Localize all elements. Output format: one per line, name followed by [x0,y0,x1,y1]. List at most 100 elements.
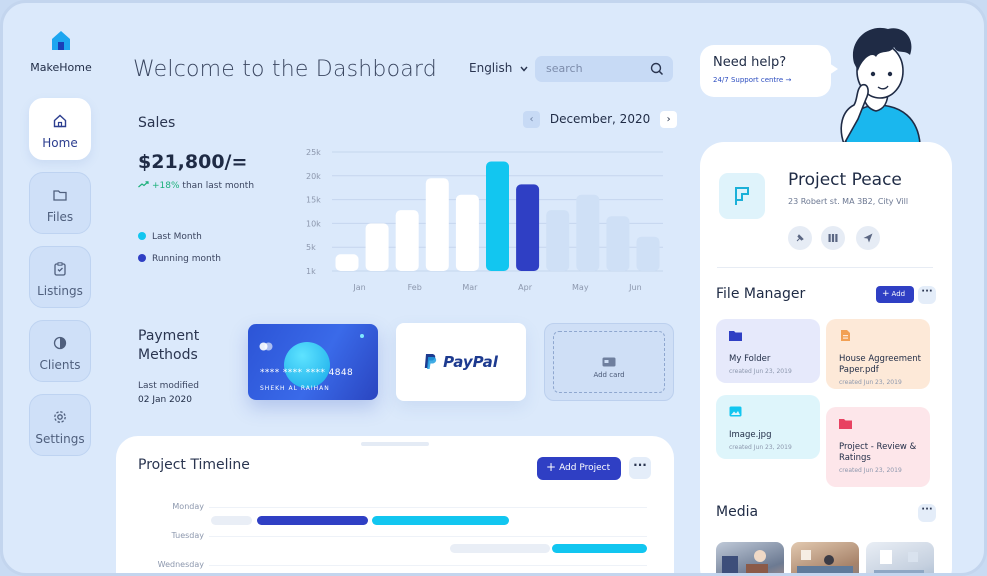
y-tick-label: 10k [306,219,321,228]
trend-text: than last month [182,181,255,191]
sidebar-item-settings[interactable]: Settings [29,394,91,456]
add-project-label: Add Project [559,463,611,473]
timeline-bar[interactable] [552,544,647,553]
paypal-card[interactable]: PayPal [396,323,526,401]
timeline-bar[interactable] [257,516,368,525]
chart-bar[interactable] [486,161,509,272]
media-thumbnail[interactable] [866,542,934,573]
media-thumbnail[interactable] [791,542,859,573]
chart-bar[interactable] [606,216,630,271]
chart-bar[interactable] [395,210,419,271]
timeline-more-button[interactable]: ··· [629,457,651,479]
media-thumbnail[interactable] [716,542,784,573]
project-name: Project Peace [788,170,902,190]
language-selector[interactable]: English [469,61,528,75]
sidebar-item-label: Settings [35,432,85,446]
file-date: created Jun 23, 2019 [729,444,792,451]
divider [717,267,933,268]
file-manager-more-button[interactable]: ··· [918,286,936,304]
current-period: December, 2020 [549,112,651,126]
x-tick-label: Jan [352,283,365,292]
chart-bar[interactable] [335,254,359,271]
legend-label: Running month [152,254,221,264]
media-more-button[interactable]: ··· [918,504,936,522]
app-name: MakeHome [30,61,92,74]
gear-icon [54,411,66,423]
room-photo-image [722,550,768,573]
arrow-right-icon: → [785,76,792,84]
chart-bar[interactable] [425,178,449,271]
add-card-label: Add card [593,371,625,379]
add-card-button[interactable]: Add card [544,323,674,401]
file-tile[interactable]: Image.jpg created Jun 23, 2019 [716,395,820,459]
card-decoration [284,342,330,388]
search-input[interactable]: search [535,56,673,82]
legend-dot [138,254,146,262]
timeline-gridline [209,507,647,508]
next-month-button[interactable]: › [660,111,678,128]
project-action-button[interactable] [856,226,880,250]
drag-handle[interactable] [361,442,429,446]
living-room-photo-image [874,550,924,573]
sidebar-item-files[interactable]: Files [29,172,91,234]
legend-dot [138,232,146,240]
project-action-button[interactable] [788,226,812,250]
paypal-logo-icon [424,354,437,369]
timeline-bar[interactable] [211,516,252,525]
sidebar-item-listings[interactable]: Listings [29,246,91,308]
add-project-button[interactable]: + Add Project [537,457,621,480]
project-action-button[interactable] [821,226,845,250]
folder-icon [729,331,742,341]
project-timeline-card: Project Timeline + Add Project ··· Monday… [116,436,674,573]
file-add-button[interactable]: + Add [876,286,914,303]
sidebar-item-label: Listings [37,284,83,298]
add-card-dropzone: Add card [553,331,665,393]
file-date: created Jun 23, 2019 [729,368,792,375]
project-logo-icon [735,187,749,205]
file-tile[interactable]: Project - Review & Ratings created Jun 2… [826,407,930,487]
trend-percent: +18% [152,181,180,191]
timeline-day: Wednesday [157,560,204,569]
timeline-bar[interactable] [450,544,550,553]
sidebar-item-clients[interactable]: Clients [29,320,91,382]
app-logo[interactable]: MakeHome [29,29,93,74]
project-address: 23 Robert st. MA 3B2, City Vill [788,197,909,206]
page-title: Welcome to the Dashboard [133,57,437,82]
timeline-day: Tuesday [171,531,204,540]
support-character-illustration [840,27,921,144]
house-logo-icon [52,31,70,50]
chart-bar[interactable] [455,194,479,271]
file-tile[interactable]: House Aggreement Paper.pdf created Jun 2… [826,319,930,389]
dashboard-window: MakeHome Home Files Listings Clients Set… [0,0,987,576]
sidebar-item-label: Clients [39,358,81,372]
legend-running-month: Running month [138,254,221,264]
support-centre-link[interactable]: 24/7 Support centre → [713,76,791,84]
chart-bar[interactable] [636,236,660,271]
search-icon[interactable] [650,62,664,76]
chart-bar[interactable] [365,223,389,271]
plus-icon: + [546,460,557,474]
chart-bar[interactable] [546,210,570,271]
chart-bar[interactable] [576,194,600,271]
timeline-bar[interactable] [372,516,509,525]
project-panel: Project Peace 23 Robert st. MA 3B2, City… [700,142,952,573]
pdf-file-icon [841,330,850,341]
columns-icon [828,234,838,242]
legend-last-month: Last Month [138,232,202,242]
folder-icon [53,190,67,201]
prev-month-button[interactable]: ‹ [523,111,540,128]
chart-bar[interactable] [516,184,540,271]
x-tick-label: Feb [408,283,422,292]
sidebar-item-home[interactable]: Home [29,98,91,160]
file-add-label: Add [891,290,906,298]
credit-card[interactable]: **** **** **** 4848 SHEKH AL RAIHAN [248,324,378,400]
media-title: Media [716,504,759,520]
language-label: English [469,61,513,75]
help-title: Need help? [713,55,787,70]
file-manager-title: File Manager [716,286,806,302]
card-icon [602,357,616,367]
help-bubble[interactable]: Need help? 24/7 Support centre → [700,45,838,97]
file-tile[interactable]: My Folder created Jun 23, 2019 [716,319,820,383]
payment-methods-title: Payment Methods [138,327,199,365]
more-icon: ··· [633,458,647,472]
